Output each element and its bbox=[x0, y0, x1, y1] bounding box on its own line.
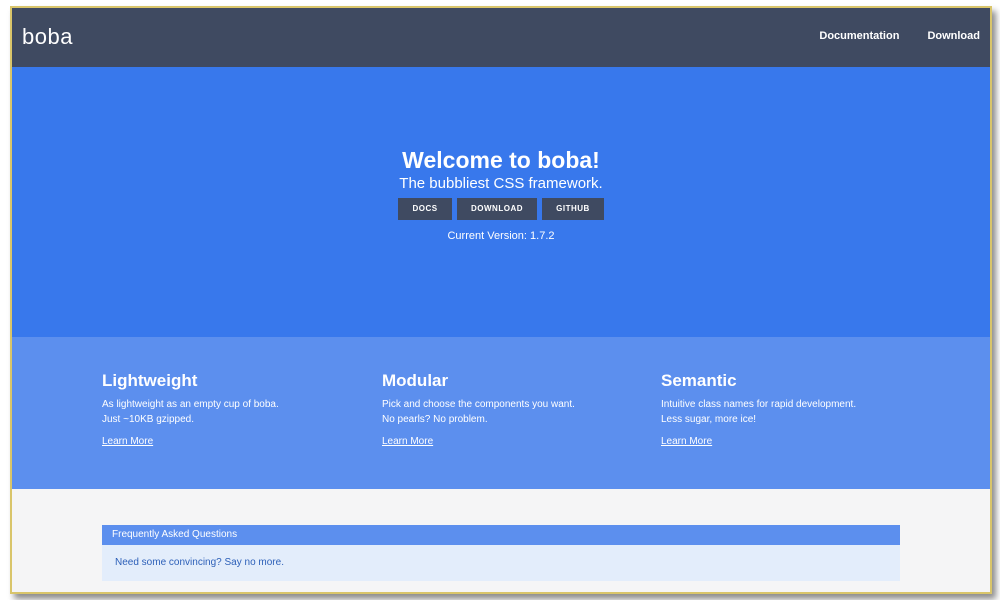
feature-description-line: As lightweight as an empty cup of boba. bbox=[102, 399, 279, 410]
faq-header[interactable]: Frequently Asked Questions bbox=[102, 525, 900, 545]
learn-more-link-lightweight[interactable]: Learn More bbox=[102, 436, 153, 447]
hero-section: Welcome to boba! The bubbliest CSS frame… bbox=[12, 67, 990, 337]
brand-logo[interactable]: boba bbox=[22, 24, 73, 50]
page-frame: boba Documentation Download Welcome to b… bbox=[10, 6, 992, 594]
docs-button[interactable]: DOCS bbox=[398, 198, 452, 220]
feature-description-line: Less sugar, more ice! bbox=[661, 414, 757, 425]
feature-title: Semantic bbox=[661, 371, 737, 390]
feature-modular: Modular Pick and choose the components y… bbox=[382, 371, 612, 449]
hero-subtitle: The bubbliest CSS framework. bbox=[399, 175, 603, 192]
nav-link-download[interactable]: Download bbox=[927, 30, 980, 42]
faq-panel: Frequently Asked Questions Need some con… bbox=[102, 525, 900, 581]
feature-title: Modular bbox=[382, 371, 449, 390]
feature-semantic: Semantic Intuitive class names for rapid… bbox=[661, 371, 891, 449]
feature-lightweight: Lightweight As lightweight as an empty c… bbox=[102, 371, 332, 449]
hero-buttons: DOCS DOWNLOAD GITHUB bbox=[12, 198, 990, 220]
features-section: Lightweight As lightweight as an empty c… bbox=[12, 337, 990, 489]
download-button[interactable]: DOWNLOAD bbox=[457, 198, 537, 220]
feature-description-line: Just ~10KB gzipped. bbox=[102, 414, 195, 425]
learn-more-link-semantic[interactable]: Learn More bbox=[661, 436, 712, 447]
feature-description-line: No pearls? No problem. bbox=[382, 414, 488, 425]
feature-title: Lightweight bbox=[102, 371, 198, 390]
navbar: boba Documentation Download bbox=[12, 8, 990, 67]
hero-title: Welcome to boba! bbox=[402, 147, 600, 173]
feature-description: Intuitive class names for rapid developm… bbox=[661, 397, 891, 427]
feature-description: As lightweight as an empty cup of boba. … bbox=[102, 397, 332, 427]
nav-links: Documentation Download bbox=[819, 30, 980, 42]
feature-description-line: Pick and choose the components you want. bbox=[382, 399, 575, 410]
github-button[interactable]: GITHUB bbox=[542, 198, 604, 220]
nav-link-documentation[interactable]: Documentation bbox=[819, 30, 899, 42]
feature-description: Pick and choose the components you want.… bbox=[382, 397, 612, 427]
faq-body: Need some convincing? Say no more. bbox=[102, 545, 900, 581]
current-version: Current Version: 1.7.2 bbox=[447, 230, 555, 242]
feature-description-line: Intuitive class names for rapid developm… bbox=[661, 399, 857, 410]
learn-more-link-modular[interactable]: Learn More bbox=[382, 436, 433, 447]
